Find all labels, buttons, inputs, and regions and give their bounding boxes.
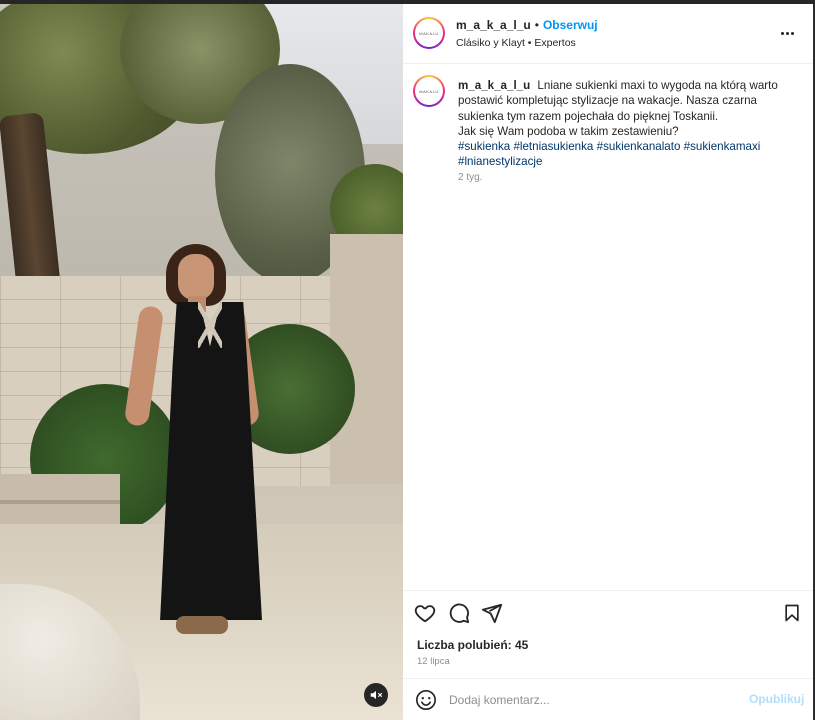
model-figure	[123, 244, 273, 644]
heart-icon	[414, 605, 436, 623]
post-age[interactable]: 2 tyg.	[458, 172, 482, 183]
save-button[interactable]	[780, 601, 804, 625]
avatar[interactable]: MAKALU	[413, 17, 445, 49]
black-maxi-dress	[160, 302, 262, 620]
post-date: 12 lipca	[417, 656, 450, 667]
emoji-icon	[416, 690, 436, 710]
post-video[interactable]	[0, 4, 403, 720]
audio-attribution[interactable]: Clásiko y Klayt • Expertos	[456, 37, 576, 49]
like-button[interactable]	[413, 601, 437, 625]
emoji-button[interactable]	[415, 689, 437, 711]
post-details-panel: MAKALU m_a_k_a_l_u • Obserwuj Clásiko y Kl…	[403, 4, 813, 720]
username-link[interactable]: m_a_k_a_l_u	[456, 18, 531, 32]
more-options-icon	[781, 31, 784, 35]
comment-bar: Opublikuj	[403, 678, 813, 720]
caption-question: Jak się Wam podoba w takim zestawieniu?	[458, 124, 679, 138]
likes-count[interactable]: Liczba polubień: 45	[417, 638, 528, 652]
avatar-logo: MAKALU	[415, 77, 443, 105]
dress-neckline-trim	[198, 302, 222, 348]
follow-button[interactable]: Obserwuj	[543, 18, 598, 32]
face	[178, 254, 214, 300]
hashtag-link[interactable]: #sukienkanalato	[597, 140, 681, 153]
post-caption: m_a_k_a_l_u Lniane sukienki maxi to wygo…	[458, 78, 803, 170]
avatar-logo: MAKALU	[415, 19, 443, 47]
comment-icon	[449, 603, 470, 624]
arm	[123, 304, 165, 428]
hashtag-link[interactable]: #lnianestylizacje	[458, 155, 542, 168]
more-options-icon	[791, 31, 794, 35]
hashtag-link[interactable]: #sukienka	[458, 140, 510, 153]
comment-button[interactable]	[447, 601, 471, 625]
actions-divider	[403, 590, 813, 591]
publish-button[interactable]: Opublikuj	[749, 692, 804, 706]
comment-input[interactable]	[449, 690, 739, 710]
more-options-icon	[786, 31, 789, 35]
caption-username[interactable]: m_a_k_a_l_u	[458, 79, 530, 92]
sandals	[176, 616, 228, 634]
mute-button[interactable]	[364, 683, 388, 707]
hashtag-list: #sukienka #letniasukienka #sukienkanalat…	[458, 140, 760, 168]
share-button[interactable]	[480, 601, 504, 625]
caption-avatar[interactable]: MAKALU	[413, 75, 445, 107]
muted-speaker-icon	[370, 690, 383, 700]
separator: •	[534, 18, 539, 32]
hashtag-link[interactable]: #letniasukienka	[513, 140, 593, 153]
bookmark-icon	[785, 604, 799, 622]
share-icon	[481, 603, 503, 624]
more-options-button[interactable]	[781, 26, 797, 40]
post-header: MAKALU m_a_k_a_l_u • Obserwuj Clásiko y Kl…	[403, 4, 813, 64]
post-modal: MAKALU m_a_k_a_l_u • Obserwuj Clásiko y Kl…	[0, 0, 815, 720]
header-line: m_a_k_a_l_u • Obserwuj	[456, 18, 598, 32]
hashtag-link[interactable]: #sukienkamaxi	[684, 140, 761, 153]
